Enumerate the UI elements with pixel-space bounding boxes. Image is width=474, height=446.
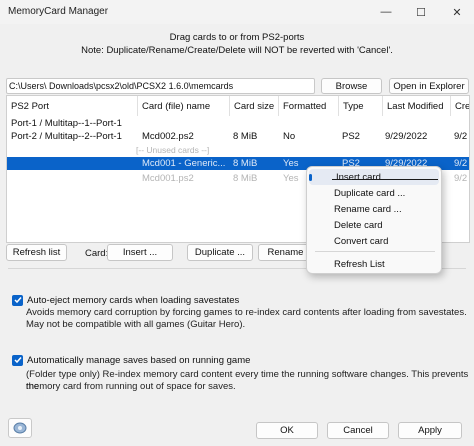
- cell-created: 9/2: [454, 173, 468, 184]
- cell-port: Port-1 / Multitap--1--Port-1: [11, 118, 122, 129]
- cell-size: 8 MiB: [233, 173, 258, 184]
- header-line-1: Drag cards to or from PS2-ports: [169, 32, 305, 43]
- cell-formatted: Yes: [283, 173, 299, 184]
- apply-button[interactable]: Apply: [398, 422, 462, 439]
- column-header-modified[interactable]: Last Modified: [383, 96, 451, 116]
- cell-modified: 9/29/2022: [385, 131, 428, 142]
- cell-port: Port-2 / Multitap--2--Port-1: [11, 131, 122, 142]
- auto-eject-description-1: Avoids memory card corruption by forcing…: [26, 307, 467, 318]
- menu-separator: [315, 251, 435, 252]
- cell-formatted: No: [283, 131, 296, 142]
- duplicate-button[interactable]: Duplicate ...: [187, 244, 253, 261]
- column-header-port[interactable]: PS2 Port: [7, 96, 138, 116]
- window-title: MemoryCard Manager: [8, 6, 109, 17]
- refresh-list-button[interactable]: Refresh list: [6, 244, 67, 261]
- menu-focus-indicator: [309, 174, 312, 181]
- cell-name: Mcd001.ps2: [142, 173, 194, 184]
- auto-manage-label: Automatically manage saves based on runn…: [27, 354, 251, 366]
- table-row[interactable]: Port-1 / Multitap--1--Port-1: [7, 118, 469, 130]
- column-header-size[interactable]: Card size: [230, 96, 279, 116]
- table-row[interactable]: Port-2 / Multitap--2--Port-1 Mcd002.ps2 …: [7, 131, 469, 143]
- header-line-2: Note: Duplicate/Rename/Create/Delete wil…: [81, 45, 393, 56]
- checkmark-icon: [13, 297, 22, 304]
- cell-type: PS2: [342, 131, 360, 142]
- cell-size: 8 MiB: [233, 131, 258, 142]
- open-in-explorer-button[interactable]: Open in Explorer: [389, 78, 469, 94]
- menu-item-insert-card[interactable]: Insert card ...: [309, 169, 439, 185]
- column-header-type[interactable]: Type: [339, 96, 383, 116]
- unused-cards-separator: [-- Unused cards --]: [136, 145, 210, 155]
- cancel-button[interactable]: Cancel: [327, 422, 389, 439]
- help-icon: [13, 422, 27, 434]
- maximize-button[interactable]: ☐: [404, 0, 438, 24]
- auto-eject-option[interactable]: Auto-eject memory cards when loading sav…: [8, 293, 468, 307]
- close-button[interactable]: ✕: [440, 0, 474, 24]
- auto-eject-label: Auto-eject memory cards when loading sav…: [27, 294, 240, 306]
- help-button[interactable]: [8, 418, 32, 438]
- title-bar: MemoryCard Manager — ☐ ✕: [0, 0, 474, 24]
- insert-button[interactable]: Insert ...: [107, 244, 173, 261]
- minimize-button[interactable]: —: [369, 0, 403, 24]
- menu-item-delete-card[interactable]: Delete card: [307, 217, 441, 233]
- cell-formatted: Yes: [283, 158, 299, 169]
- card-label: Card:: [85, 248, 109, 259]
- path-input[interactable]: C:\Users\ Downloads\pcsx2\old\PCSX2 1.6.…: [6, 78, 315, 94]
- auto-manage-checkbox[interactable]: [12, 354, 23, 366]
- auto-eject-description-2: May not be compatible with all games (Gu…: [26, 319, 246, 330]
- focus-underline: [332, 179, 438, 180]
- auto-manage-option[interactable]: Automatically manage saves based on runn…: [8, 353, 468, 367]
- auto-manage-description-2: memory card from running out of space fo…: [26, 381, 236, 392]
- cell-name: Mcd002.ps2: [142, 131, 194, 142]
- ok-button[interactable]: OK: [256, 422, 318, 439]
- auto-eject-checkbox[interactable]: [12, 294, 23, 306]
- cell-created: 9/2: [454, 131, 468, 142]
- browse-button[interactable]: Browse: [321, 78, 382, 94]
- menu-item-label: Insert card ...: [336, 171, 392, 183]
- context-menu: Insert card ... Duplicate card ... Renam…: [306, 166, 442, 274]
- column-header-created[interactable]: Crea: [451, 96, 469, 116]
- checkmark-icon: [13, 357, 22, 364]
- column-header-formatted[interactable]: Formatted: [279, 96, 339, 116]
- menu-item-refresh-list[interactable]: Refresh List: [307, 256, 441, 272]
- cell-name: Mcd001 - Generic...: [142, 158, 226, 169]
- rename-button[interactable]: Rename: [258, 244, 313, 261]
- menu-item-rename-card[interactable]: Rename card ...: [307, 201, 441, 217]
- cell-created: 9/2: [454, 158, 468, 169]
- cell-size: 8 MiB: [233, 158, 258, 169]
- menu-item-convert-card[interactable]: Convert card: [307, 233, 441, 249]
- menu-item-duplicate-card[interactable]: Duplicate card ...: [307, 185, 441, 201]
- column-header-name[interactable]: Card (file) name: [138, 96, 230, 116]
- table-row: [-- Unused cards --]: [7, 145, 469, 156]
